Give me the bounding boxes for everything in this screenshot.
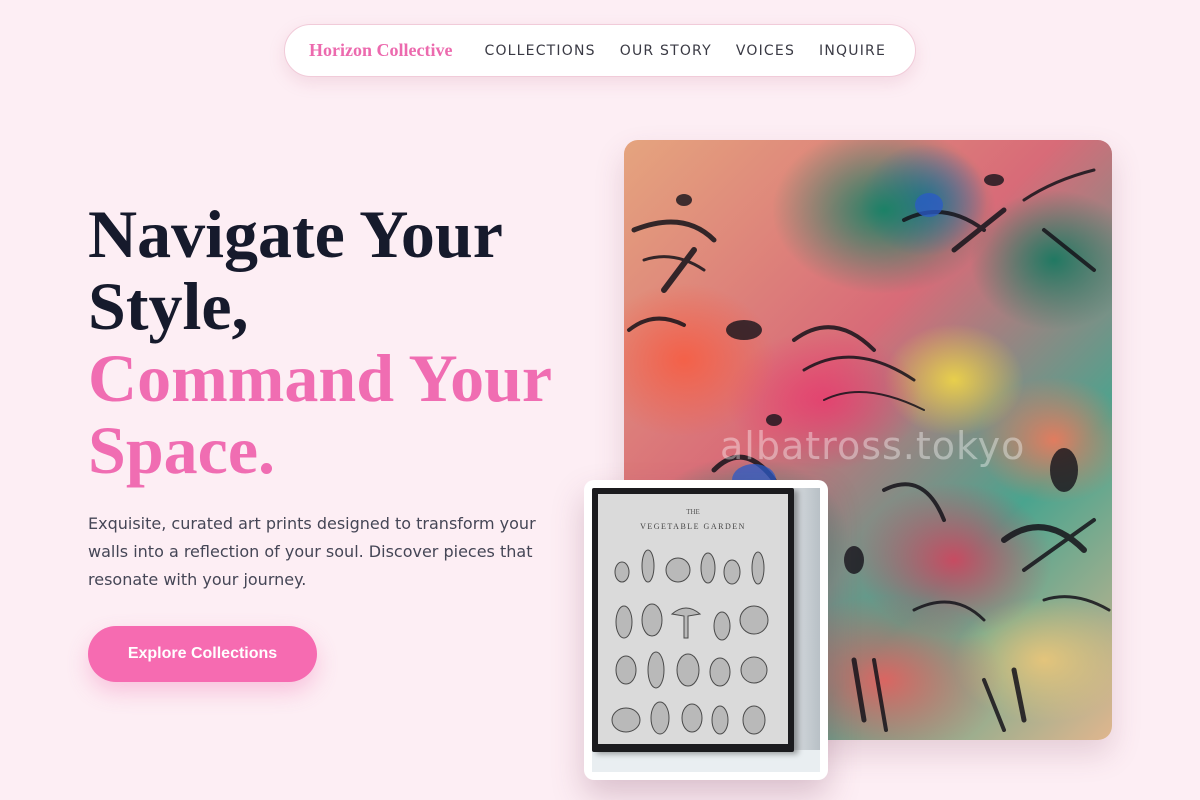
explore-collections-button[interactable]: Explore Collections	[88, 626, 317, 682]
framed-print-image: THE VEGETABLE GARDEN	[592, 488, 820, 772]
nav-link-inquire[interactable]: INQUIRE	[819, 43, 886, 59]
wall-shelf	[592, 750, 820, 772]
headline-line-2-accent: Command Your Space.	[88, 340, 551, 488]
picture-frame: THE VEGETABLE GARDEN	[592, 488, 794, 752]
nav-link-our-story[interactable]: OUR STORY	[620, 43, 712, 59]
framed-print-card: THE VEGETABLE GARDEN	[584, 480, 828, 780]
nav-link-collections[interactable]: COLLECTIONS	[484, 43, 595, 59]
hero-description: Exquisite, curated art prints designed t…	[88, 514, 536, 589]
painting-watermark: albatross.tokyo	[720, 424, 1026, 468]
print-title: VEGETABLE GARDEN	[640, 522, 746, 531]
vegetable-illustrations	[611, 549, 769, 735]
hero-headline: Navigate Your Style, Command Your Space.	[88, 198, 608, 486]
headline-line-1: Navigate Your Style,	[88, 196, 502, 344]
print-title-small: THE	[686, 508, 700, 516]
nav-link-voices[interactable]: VOICES	[736, 43, 795, 59]
print-mat: THE VEGETABLE GARDEN	[598, 494, 788, 744]
main-nav: Horizon Collective COLLECTIONS OUR STORY…	[284, 24, 916, 77]
brand-logo[interactable]: Horizon Collective	[309, 40, 452, 61]
